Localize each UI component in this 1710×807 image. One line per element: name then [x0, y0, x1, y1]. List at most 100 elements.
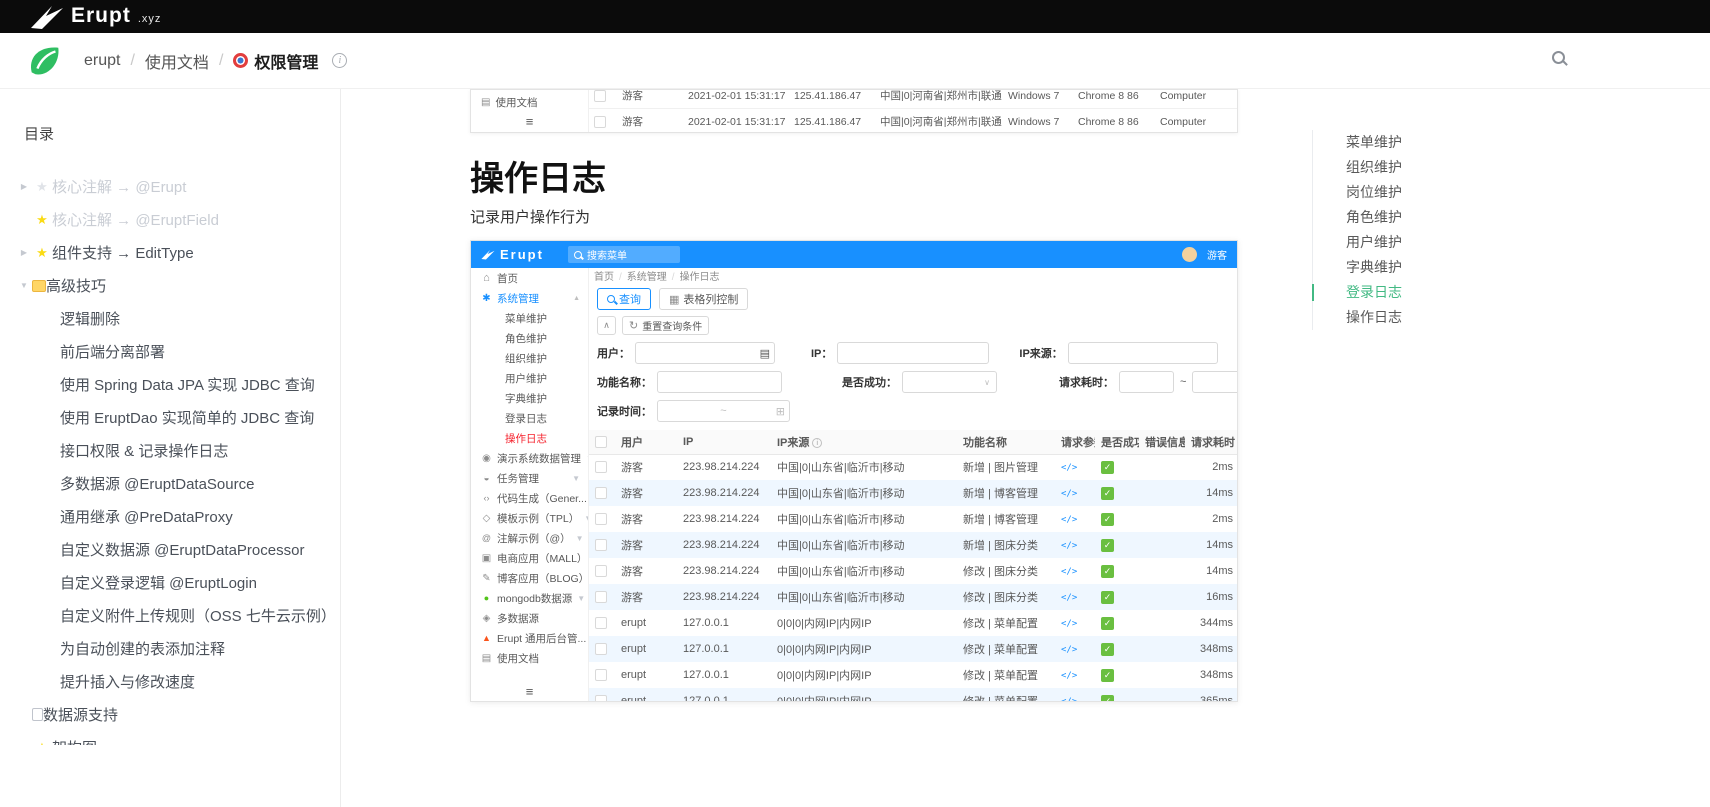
- star-muted-icon: [32, 179, 52, 195]
- cell-ip: 223.98.214.224: [677, 532, 771, 558]
- erupt-eagle-icon: [481, 249, 495, 260]
- sidebar-item[interactable]: 多数据源 @EruptDataSource: [0, 467, 340, 500]
- admin-breadcrumb-item: 操作日志: [667, 268, 720, 283]
- cell-ip-source: 中国|0|山东省|临沂市|移动: [771, 532, 957, 558]
- caret-right-icon: [16, 248, 32, 257]
- toc-item-label: 岗位维护: [1346, 184, 1402, 200]
- code-icon: [1061, 671, 1077, 681]
- sidebar-item[interactable]: 高级技巧: [0, 269, 340, 302]
- admin-menu-item: 组织维护: [471, 348, 588, 368]
- sidebar-item[interactable]: 自定义数据源 @EruptDataProcessor: [0, 533, 340, 566]
- sidebar-item[interactable]: 架构图: [0, 731, 340, 745]
- admin-menu-label: Erupt 通用后台管...: [497, 631, 586, 646]
- search-icon: [574, 251, 582, 259]
- cell-error: [1139, 662, 1185, 688]
- caret-down-icon: [572, 474, 580, 483]
- admin-menu-item: 字典维护: [471, 388, 588, 408]
- sidebar-item[interactable]: 提升插入与修改速度: [0, 665, 340, 698]
- admin-menu-item: 注解示例（@）: [471, 528, 588, 548]
- cell-location: 中国|0|河南省|郑州市|联通: [875, 109, 1003, 133]
- toc-item-label: 用户维护: [1346, 234, 1402, 250]
- sidebar-item[interactable]: 自定义附件上传规则（OSS 七牛云示例）: [0, 599, 340, 632]
- admin-menu-item: 首页: [471, 268, 588, 288]
- ip-input: [837, 342, 989, 364]
- chevron-down-icon: ∨: [984, 378, 990, 387]
- cell-error: [1139, 480, 1185, 506]
- reset-query-button: 重置查询条件: [622, 316, 709, 335]
- sidebar-item[interactable]: 逻辑删除: [0, 302, 340, 335]
- toc-item[interactable]: 组织维护: [1313, 155, 1592, 180]
- sidebar-item[interactable]: 接口权限 & 记录操作日志: [0, 434, 340, 467]
- cell-func: 修改 | 图床分类: [957, 584, 1055, 610]
- cell-location: 中国|0|河南省|郑州市|联通: [875, 90, 1003, 109]
- toc-item[interactable]: 用户维护: [1313, 230, 1592, 255]
- info-icon[interactable]: [332, 53, 347, 68]
- sidebar-item[interactable]: 核心注解 → @Erupt: [0, 170, 340, 203]
- search-icon[interactable]: [1552, 51, 1565, 69]
- sidebar-title: 目录: [24, 123, 340, 144]
- col-duration: 请求耗时: [1185, 430, 1237, 454]
- cell-func: 修改 | 图床分类: [957, 558, 1055, 584]
- template-icon: [481, 513, 492, 524]
- at-icon: [481, 533, 492, 543]
- sidebar-item[interactable]: 前后端分离部署: [0, 335, 340, 368]
- admin-menu-label: 博客应用（BLOG）: [497, 571, 588, 586]
- admin-menu-label: 系统管理: [497, 291, 539, 306]
- code-icon: [1061, 515, 1077, 525]
- cell-ip-source: 中国|0|山东省|临沂市|移动: [771, 480, 957, 506]
- toc-item[interactable]: 角色维护: [1313, 205, 1592, 230]
- fragment-menu-item-docs: 使用文档: [471, 93, 588, 111]
- cell-ip: 223.98.214.224: [677, 454, 771, 480]
- page-toc: 菜单维护 组织维护 岗位维护 角色维护 用户维护 字典维护 登录日志 操作日志: [1312, 130, 1592, 330]
- admin-menu-item: 用户维护: [471, 368, 588, 388]
- sidebar-item-label: 架构图: [52, 737, 97, 745]
- sidebar-collapse-icon: [471, 681, 588, 701]
- toc-item[interactable]: 岗位维护: [1313, 180, 1592, 205]
- login-log-row: 游客 2021-02-01 15:31:17 125.41.186.47 中国|…: [589, 90, 1237, 109]
- toc-item[interactable]: 字典维护: [1313, 255, 1592, 280]
- sidebar-item[interactable]: 通用继承 @PreDataProxy: [0, 500, 340, 533]
- sidebar-list: 核心注解 → @Erupt 核心注解 → @EruptField 组件支持 → …: [0, 170, 340, 745]
- toc-item[interactable]: 操作日志: [1313, 305, 1592, 330]
- cell-ip-source: 0|0|0|内网IP|内网IP: [771, 662, 957, 688]
- erupt-green-logo-icon[interactable]: [26, 42, 64, 80]
- toc-item[interactable]: 登录日志: [1313, 280, 1592, 305]
- docs-sidebar-scroll[interactable]: 目录 核心注解 → @Erupt 核心注解 → @EruptField 组件支持…: [0, 89, 340, 745]
- star-icon: [32, 740, 52, 746]
- sidebar-item[interactable]: 组件支持 → EditType: [0, 236, 340, 269]
- cell-ip: 125.41.186.47: [789, 109, 875, 133]
- cell-error: [1139, 532, 1185, 558]
- breadcrumb-site[interactable]: erupt: [84, 52, 120, 70]
- code-icon: [1061, 645, 1077, 655]
- admin-filters: 用户： IP： IP来源：: [589, 337, 1237, 430]
- success-check-icon: [1101, 565, 1114, 578]
- permission-icon: [233, 53, 248, 68]
- sidebar-item[interactable]: 数据源支持: [0, 698, 340, 731]
- sidebar-item[interactable]: 核心注解 → @EruptField: [0, 203, 340, 236]
- sidebar-item[interactable]: 使用 EruptDao 实现简单的 JDBC 查询: [0, 401, 340, 434]
- filter-label-success: 是否成功：: [842, 374, 897, 390]
- success-check-icon: [1101, 669, 1114, 682]
- cell-time: 2021-02-01 15:31:17: [683, 109, 789, 133]
- cell-duration: 344ms: [1185, 610, 1237, 636]
- sidebar-item[interactable]: 使用 Spring Data JPA 实现 JDBC 查询: [0, 368, 340, 401]
- breadcrumb-section[interactable]: 使用文档: [145, 49, 209, 73]
- doc-icon: [481, 653, 492, 664]
- time-range-input: ~: [657, 400, 790, 422]
- collapse-filters-button: [597, 316, 616, 335]
- toc-item[interactable]: 菜单维护: [1313, 130, 1592, 155]
- cell-error: [1139, 636, 1185, 662]
- site-logo[interactable]: Erupt .xyz: [0, 4, 161, 30]
- page-title: 操作日志: [470, 151, 606, 200]
- admin-menu-item: 系统管理: [471, 288, 588, 308]
- toc-item-label: 菜单维护: [1346, 134, 1402, 150]
- sidebar-item-label: 组件支持 → EditType: [52, 242, 194, 263]
- admin-main: 首页系统管理操作日志 查询 表格列控制: [589, 268, 1237, 701]
- sidebar-item[interactable]: 自定义登录逻辑 @EruptLogin: [0, 566, 340, 599]
- breadcrumb: erupt / 使用文档 / 权限管理: [84, 49, 347, 73]
- sidebar-item-label: 逻辑删除: [60, 308, 120, 329]
- admin-menu-label: 用户维护: [505, 371, 547, 386]
- admin-toolbar: 查询 表格列控制: [589, 283, 1237, 312]
- cell-duration: 2ms: [1185, 454, 1237, 480]
- sidebar-item[interactable]: 为自动创建的表添加注释: [0, 632, 340, 665]
